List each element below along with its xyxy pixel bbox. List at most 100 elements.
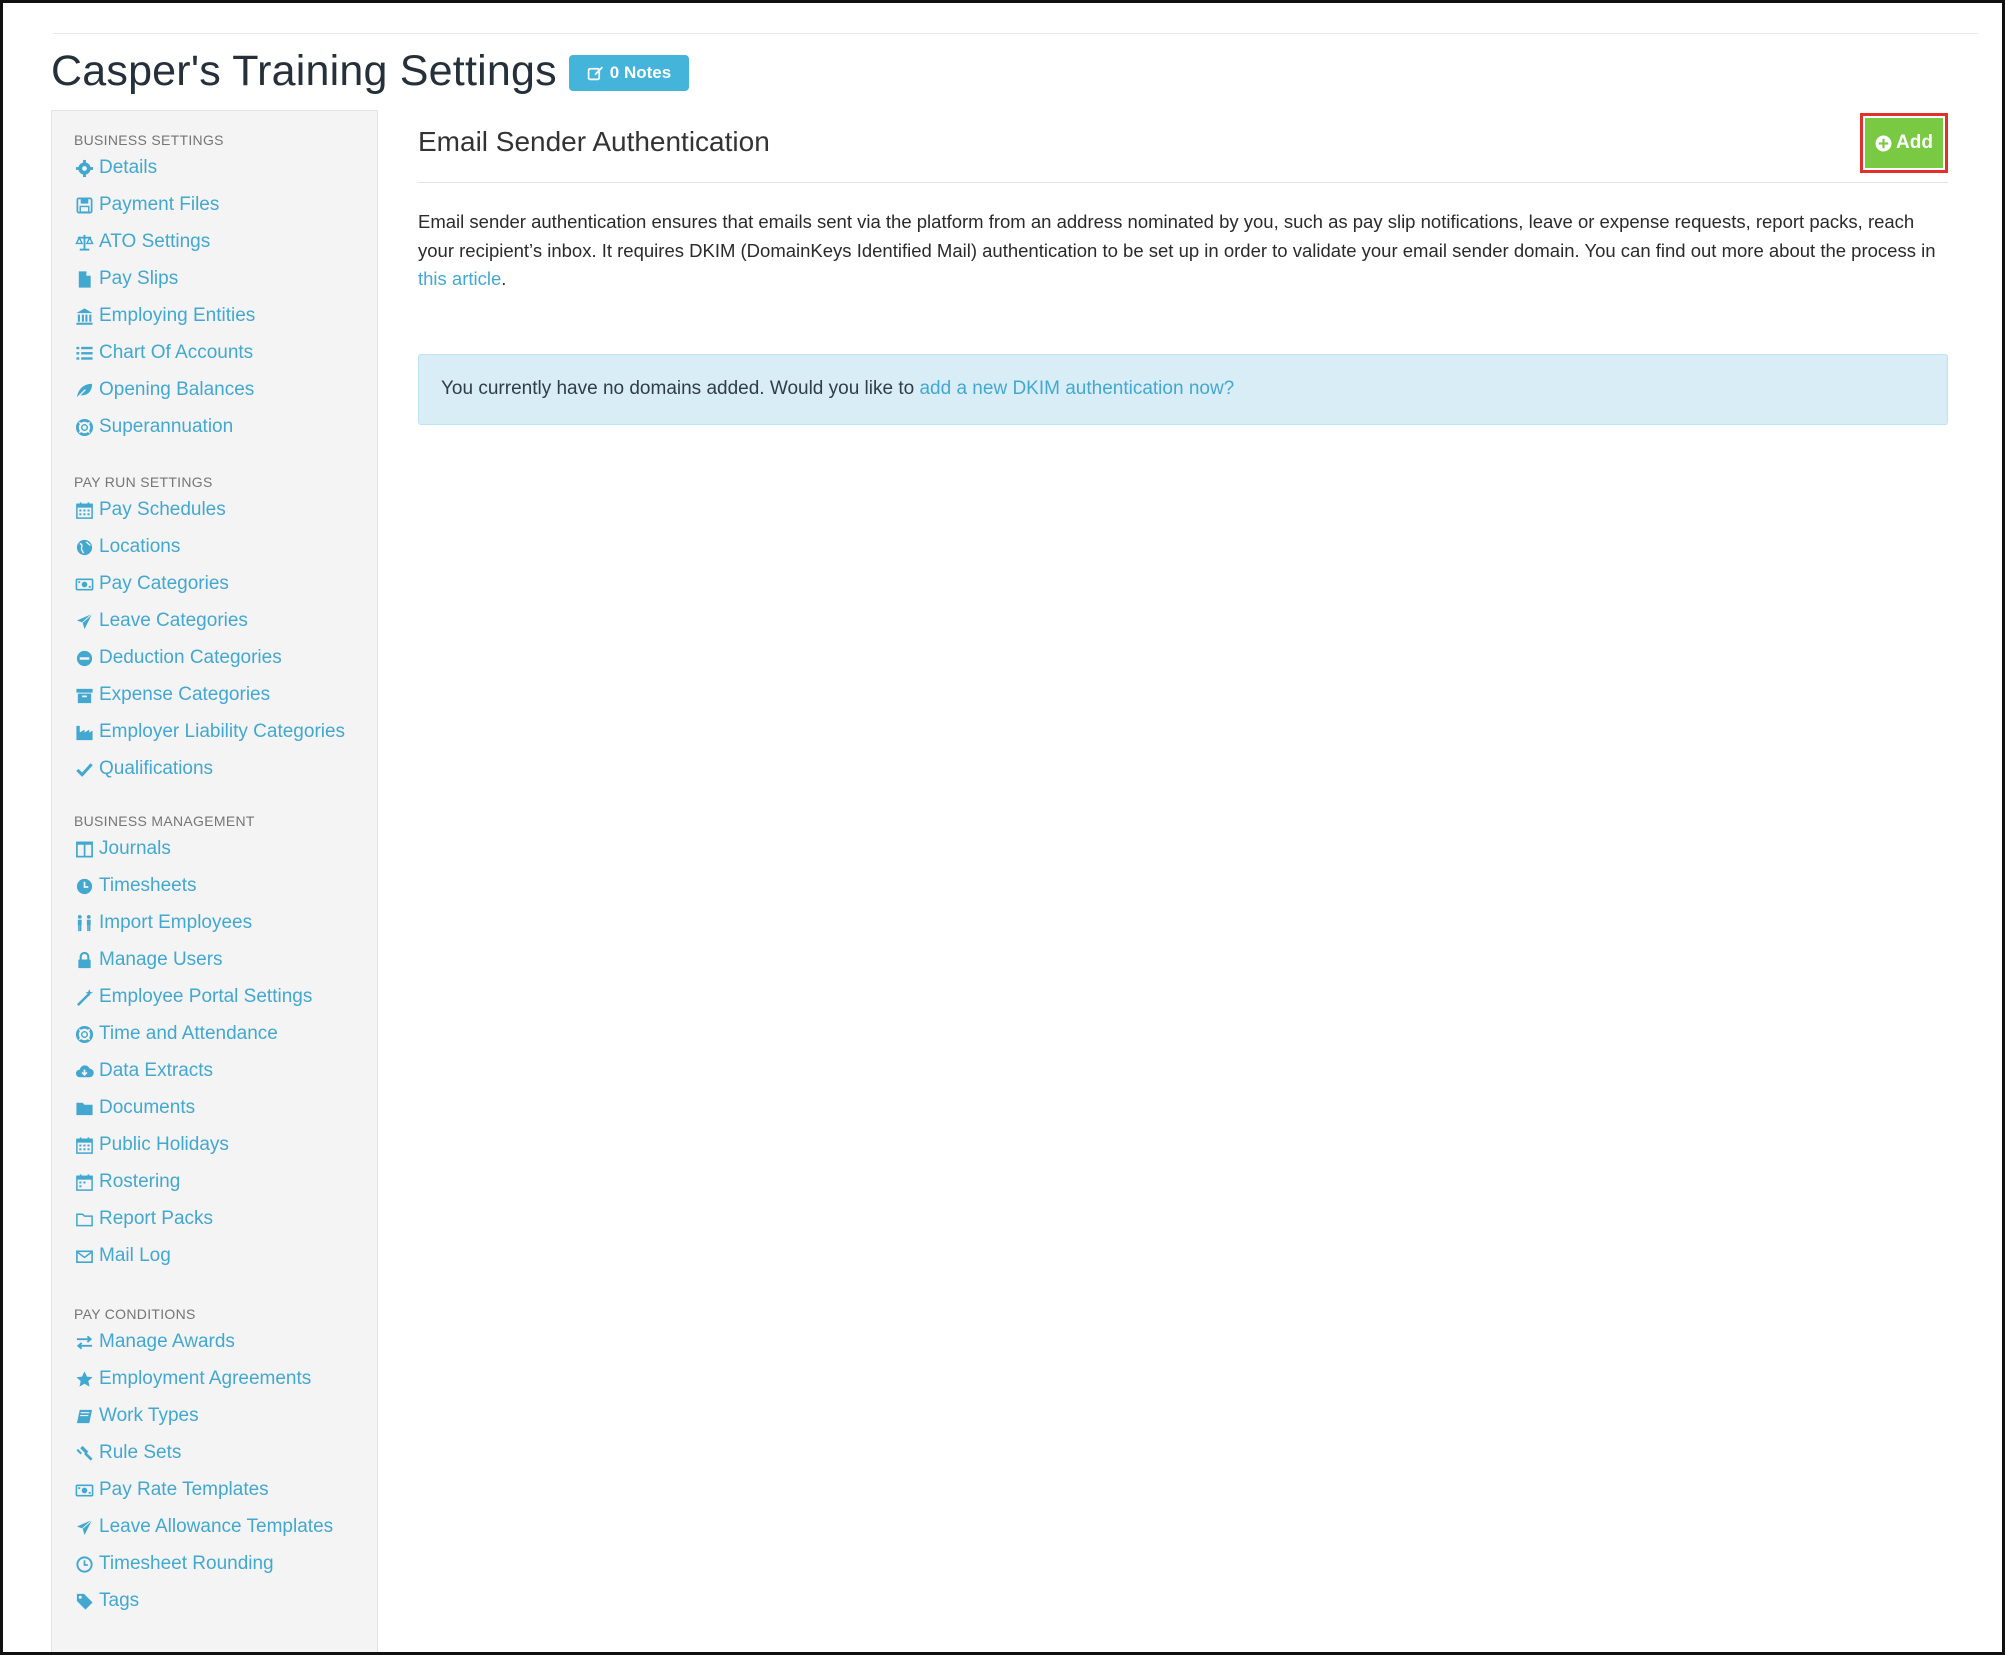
description-body: Email sender authentication ensures that… — [418, 211, 1936, 261]
sidebar-item-label: Time and Attendance — [99, 1023, 278, 1044]
sidebar-item-label: Leave Allowance Templates — [99, 1516, 334, 1537]
sidebar-item-label: Expense Categories — [99, 684, 271, 705]
sidebar-item-manage-users[interactable]: Manage Users — [74, 949, 223, 971]
sidebar-item-label: Employer Liability Categories — [99, 721, 346, 742]
book-icon — [74, 1406, 94, 1426]
minus-circle-icon — [74, 648, 94, 668]
calendar-icon — [74, 1135, 94, 1155]
sidebar-item-label: Superannuation — [99, 416, 234, 437]
sidebar-item-label: Qualifications — [99, 758, 214, 779]
no-domains-alert: You currently have no domains added. Wou… — [418, 353, 1948, 425]
gear-icon — [74, 158, 94, 178]
sidebar-item-public-holidays[interactable]: Public Holidays — [74, 1134, 229, 1156]
add-button-highlight: Add — [1860, 113, 1948, 173]
lifebuoy-icon — [74, 417, 94, 437]
sidebar-item-label: Deduction Categories — [99, 647, 282, 668]
page-title: Casper's Training Settings — [51, 47, 557, 95]
sidebar-item-rostering[interactable]: Rostering — [74, 1171, 180, 1193]
sidebar-item-label: Rule Sets — [99, 1442, 182, 1463]
sidebar-item-timesheet-rounding[interactable]: Timesheet Rounding — [74, 1553, 274, 1575]
sidebar-item-pay-categories[interactable]: Pay Categories — [74, 573, 229, 595]
sidebar-item-timesheets[interactable]: Timesheets — [74, 875, 197, 897]
sidebar-item-pay-schedules[interactable]: Pay Schedules — [74, 499, 226, 521]
sidebar-item-mail-log[interactable]: Mail Log — [74, 1245, 171, 1267]
sidebar-item-opening-balances[interactable]: Opening Balances — [74, 379, 254, 401]
main-content: Email Sender Authentication Add Email se… — [418, 110, 1948, 425]
sidebar-item-tags[interactable]: Tags — [74, 1590, 139, 1612]
description-end: . — [501, 268, 507, 289]
sidebar-item-time-and-attendance[interactable]: Time and Attendance — [74, 1023, 278, 1045]
money-icon — [74, 1480, 94, 1500]
sidebar-item-pay-rate-templates[interactable]: Pay Rate Templates — [74, 1479, 269, 1501]
sidebar-item-label: Pay Slips — [99, 268, 179, 289]
add-dkim-link[interactable]: add a new DKIM authentication now? — [919, 378, 1234, 400]
magic-wand-icon — [74, 987, 94, 1007]
sidebar-item-payment-files[interactable]: Payment Files — [74, 194, 219, 216]
sidebar-item-label: Work Types — [99, 1405, 199, 1426]
sidebar-item-employment-agreements[interactable]: Employment Agreements — [74, 1368, 311, 1390]
sidebar-item-employer-liability-categories[interactable]: Employer Liability Categories — [74, 721, 345, 743]
this-article-link[interactable]: this article — [418, 268, 501, 289]
sidebar-item-deduction-categories[interactable]: Deduction Categories — [74, 647, 282, 669]
edit-icon — [587, 65, 604, 82]
sidebar-item-label: Tags — [99, 1590, 140, 1611]
exchange-icon — [74, 1332, 94, 1352]
sidebar-item-import-employees[interactable]: Import Employees — [74, 912, 252, 934]
sidebar-item-work-types[interactable]: Work Types — [74, 1405, 199, 1427]
clock-icon — [74, 876, 94, 896]
sidebar-item-leave-categories[interactable]: Leave Categories — [74, 610, 248, 632]
sidebar-item-report-packs[interactable]: Report Packs — [74, 1208, 213, 1230]
sidebar-item-qualifications[interactable]: Qualifications — [74, 758, 213, 780]
sidebar-item-data-extracts[interactable]: Data Extracts — [74, 1060, 213, 1082]
sidebar-item-superannuation[interactable]: Superannuation — [74, 416, 233, 438]
notes-button[interactable]: 0 Notes — [568, 55, 690, 91]
section-header: Email Sender Authentication Add — [418, 110, 1948, 183]
sidebar-item-journals[interactable]: Journals — [74, 838, 171, 860]
sidebar-item-leave-allowance-templates[interactable]: Leave Allowance Templates — [74, 1516, 333, 1538]
sidebar-item-employing-entities[interactable]: Employing Entities — [74, 305, 255, 327]
sidebar-item-documents[interactable]: Documents — [74, 1097, 195, 1119]
sidebar-item-label: Manage Users — [99, 949, 223, 970]
sidebar-item-ato-settings[interactable]: ATO Settings — [74, 231, 210, 253]
sidebar-item-label: Details — [99, 157, 158, 178]
folder-outline-icon — [74, 1209, 94, 1229]
sidebar-item-label: Report Packs — [99, 1208, 214, 1229]
sidebar-item-chart-of-accounts[interactable]: Chart Of Accounts — [74, 342, 253, 364]
envelope-icon — [74, 1246, 94, 1266]
sidebar-item-label: ATO Settings — [99, 231, 211, 252]
floppy-icon — [74, 195, 94, 215]
money-icon — [74, 574, 94, 594]
sidebar-item-label: Data Extracts — [99, 1060, 214, 1081]
sidebar-item-manage-awards[interactable]: Manage Awards — [74, 1331, 235, 1353]
sidebar-item-label: Employment Agreements — [99, 1368, 312, 1389]
plane-icon — [74, 611, 94, 631]
globe-icon — [74, 537, 94, 557]
sidebar-section-title: BUSINESS MANAGEMENT — [74, 813, 255, 829]
sidebar-section-title: PAY RUN SETTINGS — [74, 474, 213, 490]
leaf-icon — [74, 380, 94, 400]
sidebar-item-label: Payment Files — [99, 194, 220, 215]
sidebar-item-pay-slips[interactable]: Pay Slips — [74, 268, 178, 290]
top-divider — [53, 33, 1978, 34]
clock-outline-icon — [74, 1554, 94, 1574]
browser-frame: Casper's Training Settings 0 Notes BUSIN… — [0, 0, 2005, 1655]
sidebar-item-rule-sets[interactable]: Rule Sets — [74, 1442, 181, 1464]
sidebar-item-label: Documents — [99, 1097, 196, 1118]
bank-icon — [74, 306, 94, 326]
sidebar-item-employee-portal-settings[interactable]: Employee Portal Settings — [74, 986, 312, 1008]
folder-icon — [74, 1098, 94, 1118]
alert-text: You currently have no domains added. Wou… — [441, 378, 915, 399]
tag-icon — [74, 1591, 94, 1611]
add-button[interactable]: Add — [1865, 118, 1943, 168]
sidebar-item-expense-categories[interactable]: Expense Categories — [74, 684, 270, 706]
sidebar-item-locations[interactable]: Locations — [74, 536, 180, 558]
check-icon — [74, 759, 94, 779]
sidebar-item-label: Pay Schedules — [99, 499, 226, 520]
cloud-download-icon — [74, 1061, 94, 1081]
sidebar-item-details[interactable]: Details — [74, 157, 157, 179]
file-icon — [74, 269, 94, 289]
sidebar-item-label: Public Holidays — [99, 1134, 229, 1155]
sidebar-item-label: Pay Rate Templates — [99, 1479, 269, 1500]
gavel-icon — [74, 1443, 94, 1463]
sidebar-item-label: Employee Portal Settings — [99, 986, 313, 1007]
